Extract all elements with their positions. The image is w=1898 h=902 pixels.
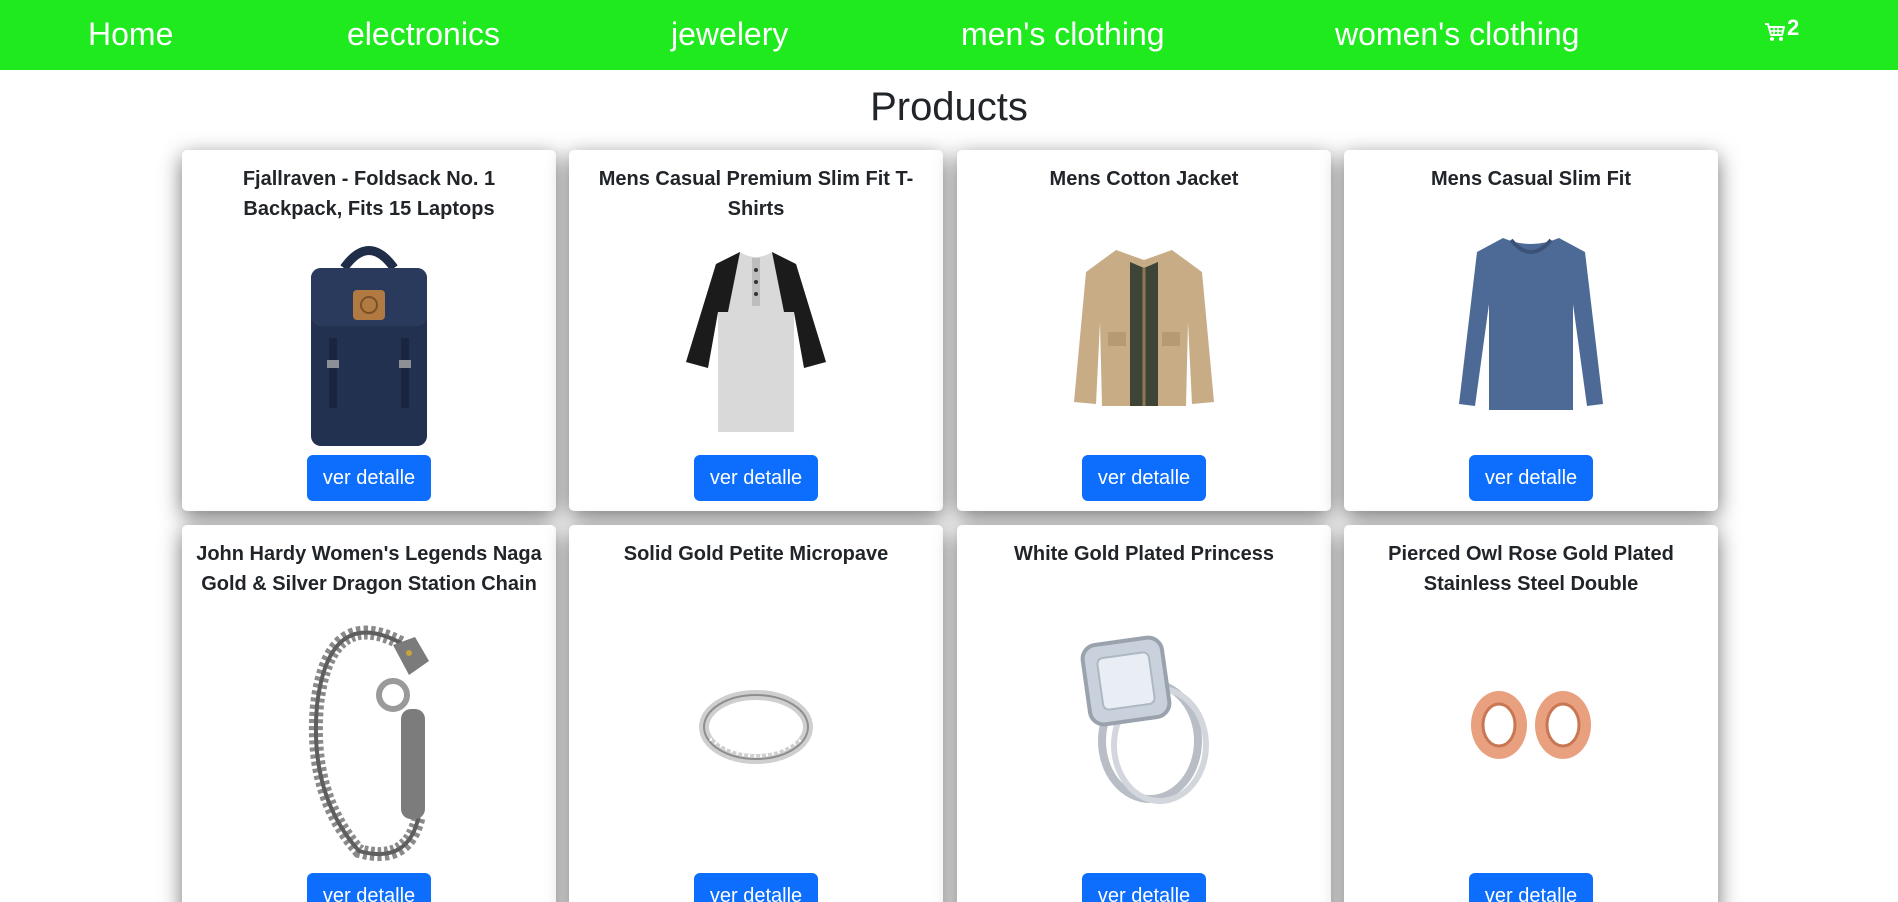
product-title: White Gold Plated Princess <box>1013 543 1275 565</box>
jacket-image <box>1074 250 1214 406</box>
nav-link-jewelery[interactable]: jewelery <box>671 0 788 70</box>
navbar: Home electronics jewelery men's clothing… <box>0 0 1898 70</box>
product-card: Mens Casual Slim Fit ver detalle <box>1344 150 1718 511</box>
view-detail-button[interactable]: ver detalle <box>1082 873 1206 902</box>
tunnel-plugs-image <box>1471 691 1591 759</box>
product-card: White Gold Plated Princess ver detalle <box>957 525 1331 902</box>
view-detail-button[interactable]: ver detalle <box>694 873 818 902</box>
product-title: Mens Casual Premium Slim Fit T-Shirts <box>598 168 914 220</box>
product-card: Mens Cotton Jacket ver detalle <box>957 150 1331 511</box>
bracelet-image <box>308 625 429 862</box>
view-detail-button[interactable]: ver detalle <box>1469 873 1593 902</box>
nav-link-home[interactable]: Home <box>88 0 173 70</box>
view-detail-button[interactable]: ver detalle <box>694 455 818 501</box>
product-title: Solid Gold Petite Micropave <box>623 543 889 565</box>
product-card: Solid Gold Petite Micropave ver detalle <box>569 525 943 902</box>
backpack-image <box>311 246 427 446</box>
view-detail-button[interactable]: ver detalle <box>1469 455 1593 501</box>
tshirt-image <box>686 252 826 432</box>
view-detail-button[interactable]: ver detalle <box>307 455 431 501</box>
product-card: Fjallraven - Foldsack No. 1 Backpack, Fi… <box>182 150 556 511</box>
cart-count-badge: 2 <box>1787 15 1800 40</box>
cart-link[interactable]: 2 <box>1764 16 1799 46</box>
longsleeve-image <box>1459 238 1603 410</box>
product-title: Mens Casual Slim Fit <box>1430 168 1632 190</box>
nav-link-electronics[interactable]: electronics <box>347 0 500 70</box>
page-title: Products <box>870 85 1028 129</box>
nav-link-womens-clothing[interactable]: women's clothing <box>1335 0 1579 70</box>
view-detail-button[interactable]: ver detalle <box>1082 455 1206 501</box>
product-title: Fjallraven - Foldsack No. 1 Backpack, Fi… <box>242 168 496 220</box>
product-title: Mens Cotton Jacket <box>1049 168 1239 190</box>
cart-icon <box>1765 23 1785 41</box>
product-card: Mens Casual Premium Slim Fit T-Shirts ve… <box>569 150 943 511</box>
view-detail-button[interactable]: ver detalle <box>307 873 431 902</box>
diamond-ring-image <box>1080 635 1209 804</box>
ring-image <box>699 690 813 764</box>
product-title: John Hardy Women's Legends Naga Gold & S… <box>196 543 542 595</box>
product-card: Pierced Owl Rose Gold Plated Stainless S… <box>1344 525 1718 902</box>
product-card: John Hardy Women's Legends Naga Gold & S… <box>182 525 556 902</box>
nav-link-mens-clothing[interactable]: men's clothing <box>961 0 1165 70</box>
product-title: Pierced Owl Rose Gold Plated Stainless S… <box>1388 543 1674 595</box>
